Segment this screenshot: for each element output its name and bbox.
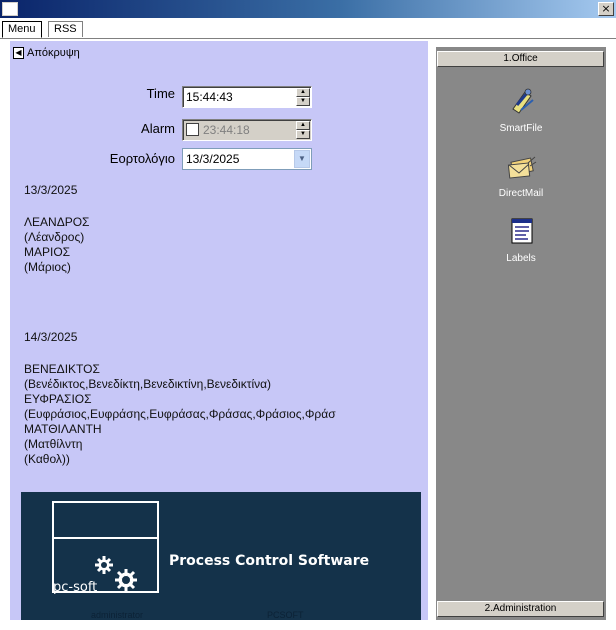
app-smartfile[interactable]: SmartFile (476, 86, 566, 134)
name-line: (Ματθίλντη (24, 437, 83, 451)
name-line: (Λέανδρος) (24, 230, 85, 244)
smartfile-icon (512, 88, 534, 114)
name-line: ΜΑΤΘΙΛΑΝΤΗ (24, 422, 102, 436)
app-directmail[interactable]: DirectMail (476, 151, 566, 199)
day-2-names: ΒΕΝΕΔΙΚΤΟΣ (Βενέδικτος,Βενεδίκτη,Βενεδικ… (24, 362, 336, 467)
system-menu-icon[interactable] (2, 2, 18, 16)
day-1-names: ΛΕΑΝΔΡΟΣ (Λέανδρος) ΜΑΡΙΟΣ (Μάριος) (24, 215, 89, 275)
hide-label: Απόκρυψη (27, 47, 80, 59)
name-line: (Καθολ)) (24, 452, 70, 466)
alarm-up-button[interactable]: ▲ (296, 121, 310, 130)
name-line: ΕΥΦΡΑΣΙΟΣ (24, 392, 92, 406)
app-label: Labels (506, 253, 536, 264)
alarm-field[interactable]: 23:44:18 ▲ ▼ (182, 119, 312, 141)
company-name: PCSOFT (267, 610, 304, 620)
office-group-button[interactable]: 1.Office (437, 51, 604, 67)
name-line: (Ευφράσιος,Ευφράσης,Ευφράσας,Φράσας,Φράσ… (24, 407, 336, 421)
calendar-value: 13/3/2025 (186, 152, 240, 166)
alarm-down-button[interactable]: ▼ (296, 130, 310, 139)
title-bar: × (0, 0, 616, 18)
app-sidebar: 1.Office SmartFile DirectMail Labels 2.A… (436, 47, 606, 620)
time-label: Time (146, 86, 175, 101)
app-labels[interactable]: Labels (476, 216, 566, 264)
name-line: (Βενέδικτος,Βενεδίκτη,Βενεδικτίνη,Βενεδι… (24, 377, 272, 391)
administration-group-button[interactable]: 2.Administration (437, 601, 604, 617)
calendar-label: Εορτολόγιο (109, 151, 175, 166)
alarm-checkbox[interactable] (186, 123, 199, 136)
labels-icon (511, 218, 533, 244)
time-value: 15:44:43 (186, 90, 233, 104)
user-name: administrator (91, 610, 144, 620)
name-line: ΜΑΡΙΟΣ (24, 245, 71, 259)
day-2-date: 14/3/2025 (24, 330, 78, 344)
name-line: ΛΕΑΝΔΡΟΣ (24, 215, 90, 229)
time-down-button[interactable]: ▼ (296, 97, 310, 106)
time-up-button[interactable]: ▲ (296, 88, 310, 97)
app-label: SmartFile (499, 123, 543, 134)
hide-toggle[interactable]: ◀ Απόκρυψη (13, 47, 80, 59)
tab-rss[interactable]: RSS (48, 21, 83, 37)
name-line: ΒΕΝΕΔΙΚΤΟΣ (24, 362, 100, 376)
alarm-value: 23:44:18 (203, 123, 250, 137)
alarm-label: Alarm (141, 121, 175, 136)
close-button[interactable]: × (598, 2, 614, 16)
name-line: (Μάριος) (24, 260, 71, 274)
calendar-select[interactable]: 13/3/2025 ▼ (182, 148, 312, 170)
day-1-date: 13/3/2025 (24, 183, 78, 197)
main-panel: ◀ Απόκρυψη Time 15:44:43 ▲ ▼ Alarm 23:44… (10, 41, 428, 620)
collapse-left-icon: ◀ (13, 47, 24, 59)
app-label: DirectMail (498, 188, 544, 199)
banner-title: Process Control Software (169, 553, 370, 569)
time-field[interactable]: 15:44:43 ▲ ▼ (182, 86, 312, 108)
pc-soft-banner: pc-soft Process Control Software adminis… (21, 492, 421, 620)
chevron-down-icon[interactable]: ▼ (294, 150, 310, 168)
logo-text: pc-soft (53, 580, 98, 595)
directmail-icon (507, 156, 537, 179)
tab-menu[interactable]: Menu (2, 21, 42, 38)
tab-bar: Menu RSS (0, 18, 616, 39)
